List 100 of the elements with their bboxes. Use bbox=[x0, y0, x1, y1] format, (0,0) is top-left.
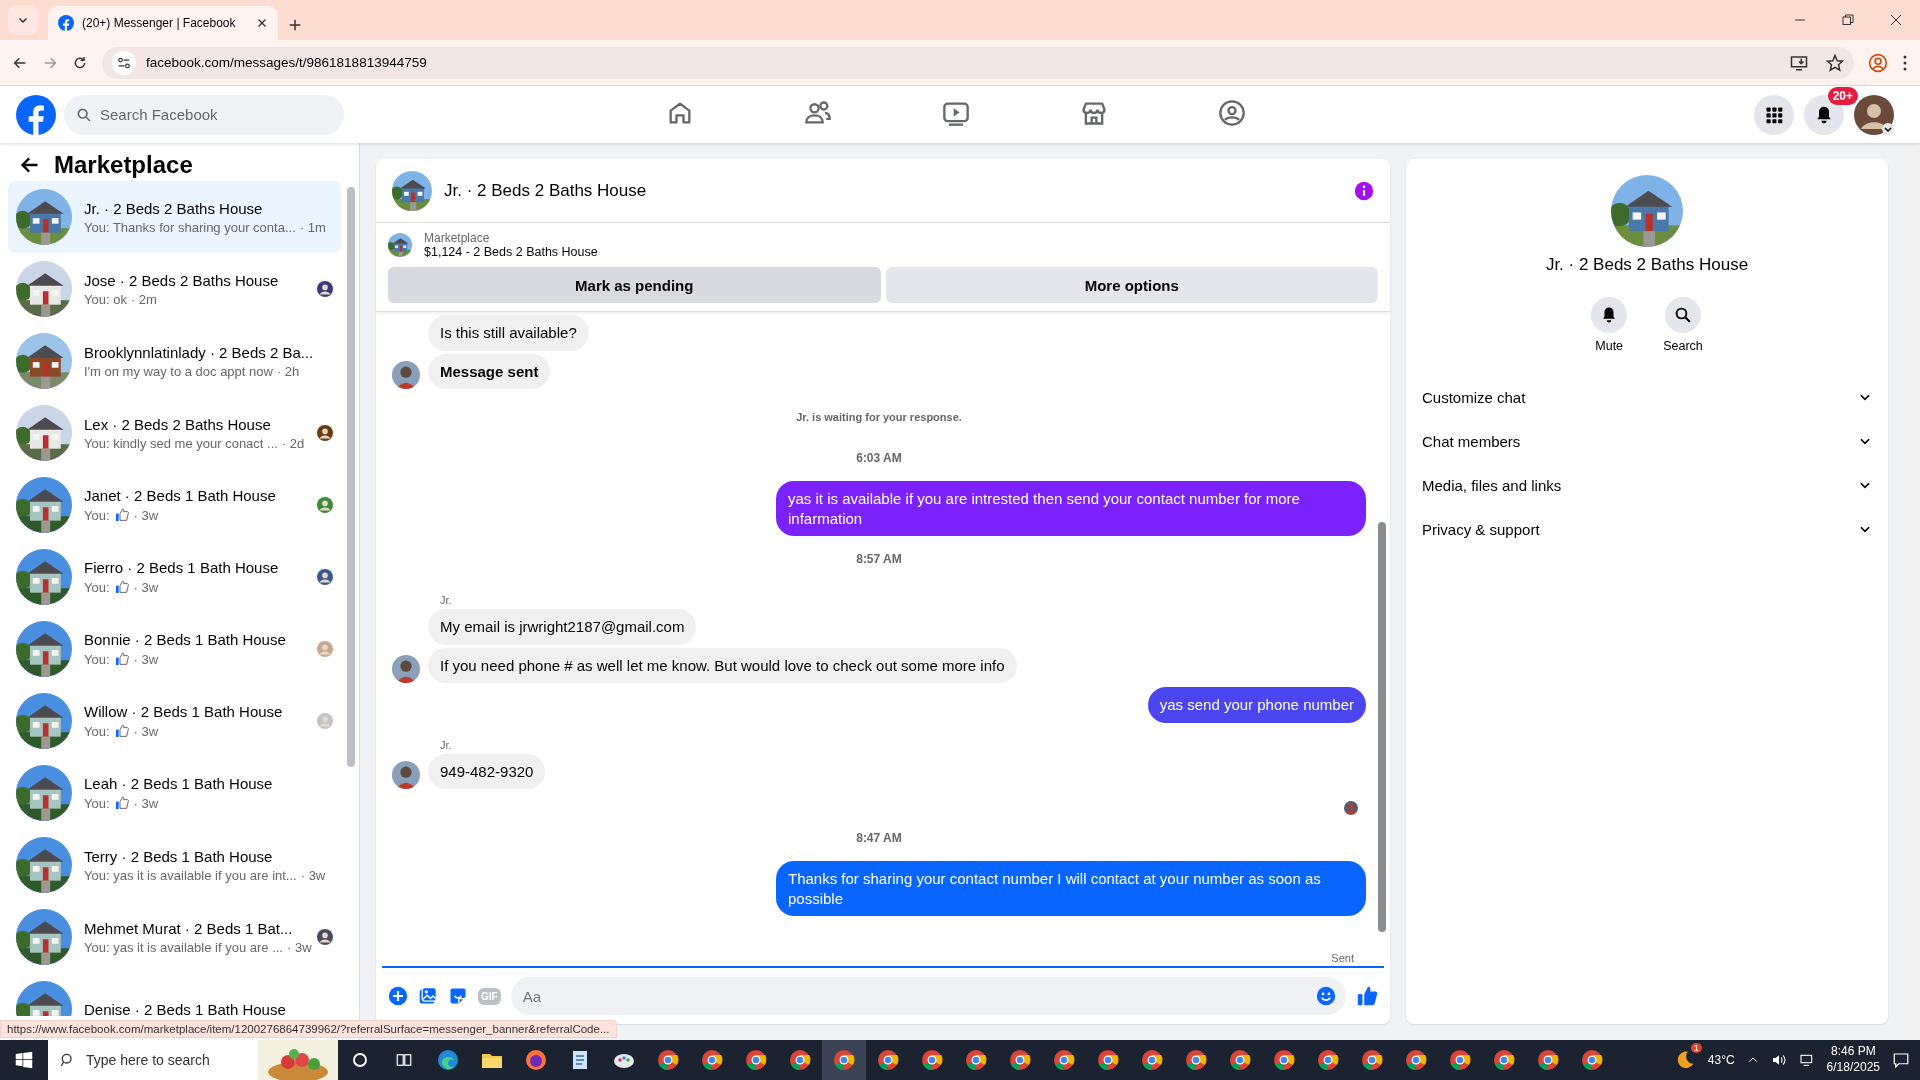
image-icon[interactable] bbox=[418, 986, 438, 1006]
chrome-icon[interactable] bbox=[1316, 1048, 1340, 1072]
message-bubble: If you need phone # as well let me know. But would love to check out some more info bbox=[428, 647, 1017, 683]
chrome-icon[interactable] bbox=[744, 1048, 768, 1072]
message-field[interactable]: Aa bbox=[510, 977, 1346, 1015]
emoji-icon[interactable] bbox=[1316, 986, 1336, 1006]
volume-icon[interactable] bbox=[1770, 1052, 1787, 1068]
chrome-icon[interactable] bbox=[1404, 1048, 1428, 1072]
conversation-item[interactable]: Jr. · 2 Beds 2 Baths House You: Thanks for sharing your conta... · 1m bbox=[8, 181, 341, 253]
plus-icon[interactable] bbox=[288, 18, 302, 32]
chrome-icon[interactable] bbox=[700, 1048, 724, 1072]
chrome-icon[interactable] bbox=[920, 1048, 944, 1072]
chrome-icon[interactable] bbox=[1008, 1048, 1032, 1072]
conversation-item[interactable]: Mehmet Murat · 2 Beds 1 Bat... You: yas it is available if you are ... · 3w bbox=[8, 901, 341, 973]
chrome-icon[interactable] bbox=[832, 1048, 856, 1072]
message-preview: You: yas it is available if you are ... bbox=[84, 939, 283, 955]
chrome-icon[interactable] bbox=[1052, 1048, 1076, 1072]
task-view-icon[interactable] bbox=[395, 1051, 413, 1069]
message-time: · 3w bbox=[133, 651, 159, 667]
chrome-icon[interactable] bbox=[656, 1048, 680, 1072]
conversation-item[interactable]: Terry · 2 Beds 1 Bath House You: yas it is available if you are int... · 3w bbox=[8, 829, 341, 901]
account-avatar[interactable] bbox=[1854, 94, 1894, 135]
conversation-item[interactable]: Janet · 2 Beds 1 Bath House You: · 3w bbox=[8, 469, 341, 541]
close-icon[interactable] bbox=[256, 17, 268, 29]
chrome-icon[interactable] bbox=[1360, 1048, 1384, 1072]
restore-icon[interactable] bbox=[1842, 14, 1854, 26]
message-bubble: 949-482-9320 bbox=[428, 753, 546, 789]
site-settings-icon[interactable] bbox=[117, 55, 131, 70]
conversation-item[interactable]: Brooklynnlatinlady · 2 Beds 2 Ba... I'm on my way to a doc appt now · 2h bbox=[8, 325, 341, 397]
chrome-icon[interactable] bbox=[1272, 1048, 1296, 1072]
install-app-icon[interactable] bbox=[1790, 53, 1808, 72]
menu-button[interactable] bbox=[1754, 94, 1794, 135]
taskbar-search-placeholder: Type here to search bbox=[86, 1052, 210, 1068]
search-placeholder: Search Facebook bbox=[100, 106, 218, 123]
groups-icon[interactable] bbox=[1218, 99, 1246, 127]
network-icon[interactable] bbox=[1798, 1052, 1815, 1068]
page-scrollbar[interactable] bbox=[1904, 143, 1920, 1040]
action-button[interactable]: More options bbox=[885, 267, 1378, 303]
conversation-item[interactable]: Fierro · 2 Beds 1 Bath House You: · 3w bbox=[8, 541, 341, 613]
friends-icon[interactable] bbox=[804, 99, 832, 127]
section-toggle[interactable]: Customize chat bbox=[1418, 375, 1876, 419]
thumbs-up-icon[interactable] bbox=[1356, 985, 1378, 1007]
conversation-item[interactable]: Lex · 2 Beds 2 Baths House You: kindly sed me your conact ... · 2d bbox=[8, 397, 341, 469]
message-preview: You: bbox=[84, 651, 110, 667]
star-icon[interactable] bbox=[1826, 53, 1844, 72]
chrome-icon[interactable] bbox=[876, 1048, 900, 1072]
conversation-item[interactable]: Jose · 2 Beds 2 Baths House You: ok · 2m bbox=[8, 253, 341, 325]
message-preview: I'm on my way to a doc appt now bbox=[84, 363, 273, 379]
close-icon[interactable] bbox=[1890, 14, 1902, 26]
conversation-item[interactable]: Bonnie · 2 Beds 1 Bath House You: · 3w bbox=[8, 613, 341, 685]
conversation-name: Fierro · 2 Beds 1 Bath House bbox=[84, 559, 280, 576]
conversation-name: Lex · 2 Beds 2 Baths House bbox=[84, 415, 272, 433]
facebook-logo-icon[interactable] bbox=[16, 94, 56, 135]
cortana-icon[interactable] bbox=[351, 1051, 369, 1069]
taskbar-search[interactable]: Type here to search bbox=[48, 1040, 338, 1080]
scrollbar[interactable] bbox=[1378, 522, 1386, 932]
chrome-icon[interactable] bbox=[1140, 1048, 1164, 1072]
conversation-name: Jr. · 2 Beds 2 Baths House bbox=[84, 199, 264, 217]
chrome-icon[interactable] bbox=[788, 1048, 812, 1072]
sticker-icon[interactable] bbox=[448, 986, 468, 1006]
conversation-name: Bonnie · 2 Beds 1 Bath House bbox=[84, 631, 287, 648]
chrome-icon[interactable] bbox=[1580, 1048, 1604, 1072]
browser-tab[interactable]: (20+) Messenger | Facebook bbox=[48, 6, 278, 40]
listing-title: $1,124 - 2 Beds 2 Baths House bbox=[424, 245, 598, 259]
reload-icon[interactable] bbox=[72, 54, 88, 71]
chrome-icon[interactable] bbox=[1536, 1048, 1560, 1072]
chrome-icon[interactable] bbox=[1228, 1048, 1252, 1072]
info-icon[interactable] bbox=[1354, 180, 1374, 201]
tab-title: (20+) Messenger | Facebook bbox=[82, 16, 237, 30]
conversation-item[interactable]: Willow · 2 Beds 1 Bath House You: · 3w bbox=[8, 685, 341, 757]
section-label: Privacy & support bbox=[1422, 520, 1540, 538]
section-toggle[interactable]: Privacy & support bbox=[1418, 507, 1876, 551]
read-receipt-icon bbox=[1344, 801, 1358, 815]
section-toggle[interactable]: Media, files and links bbox=[1418, 463, 1876, 507]
chrome-icon[interactable] bbox=[1096, 1048, 1120, 1072]
conversation-item[interactable]: Leah · 2 Beds 1 Bath House You: · 3w bbox=[8, 757, 341, 829]
chrome-icon[interactable] bbox=[1184, 1048, 1208, 1072]
edge-icon[interactable] bbox=[436, 1048, 460, 1072]
chrome-icon[interactable] bbox=[1492, 1048, 1516, 1072]
section-toggle[interactable]: Chat members bbox=[1418, 419, 1876, 463]
more-icon[interactable] bbox=[1902, 53, 1908, 72]
scrollbar[interactable] bbox=[347, 187, 355, 767]
conversation-name: Willow · 2 Beds 1 Bath House bbox=[84, 703, 284, 720]
url-text: facebook.com/messages/t/9861818813944759 bbox=[146, 55, 427, 70]
profile-icon[interactable] bbox=[1868, 52, 1888, 73]
windows-logo-icon[interactable] bbox=[15, 1051, 33, 1069]
section-label: Chat members bbox=[1422, 432, 1521, 450]
chrome-icon[interactable] bbox=[1448, 1048, 1472, 1072]
address-bar[interactable]: facebook.com/messages/t/9861818813944759 bbox=[102, 46, 1854, 79]
search-field[interactable]: Search Facebook bbox=[64, 94, 344, 135]
message-time: · 2m bbox=[130, 291, 157, 307]
back-arrow-icon[interactable] bbox=[20, 155, 40, 175]
timestamp: 8:57 AM bbox=[855, 552, 903, 566]
notification-center-icon[interactable] bbox=[1892, 1051, 1910, 1069]
firefox-icon[interactable] bbox=[524, 1048, 548, 1072]
chrome-icon[interactable] bbox=[964, 1048, 988, 1072]
section-label: Customize chat bbox=[1422, 388, 1526, 406]
message-bubble: yas send your phone number bbox=[1147, 687, 1366, 723]
action-button[interactable]: Mark as pending bbox=[388, 267, 881, 303]
plus-circle-icon[interactable] bbox=[388, 986, 408, 1006]
